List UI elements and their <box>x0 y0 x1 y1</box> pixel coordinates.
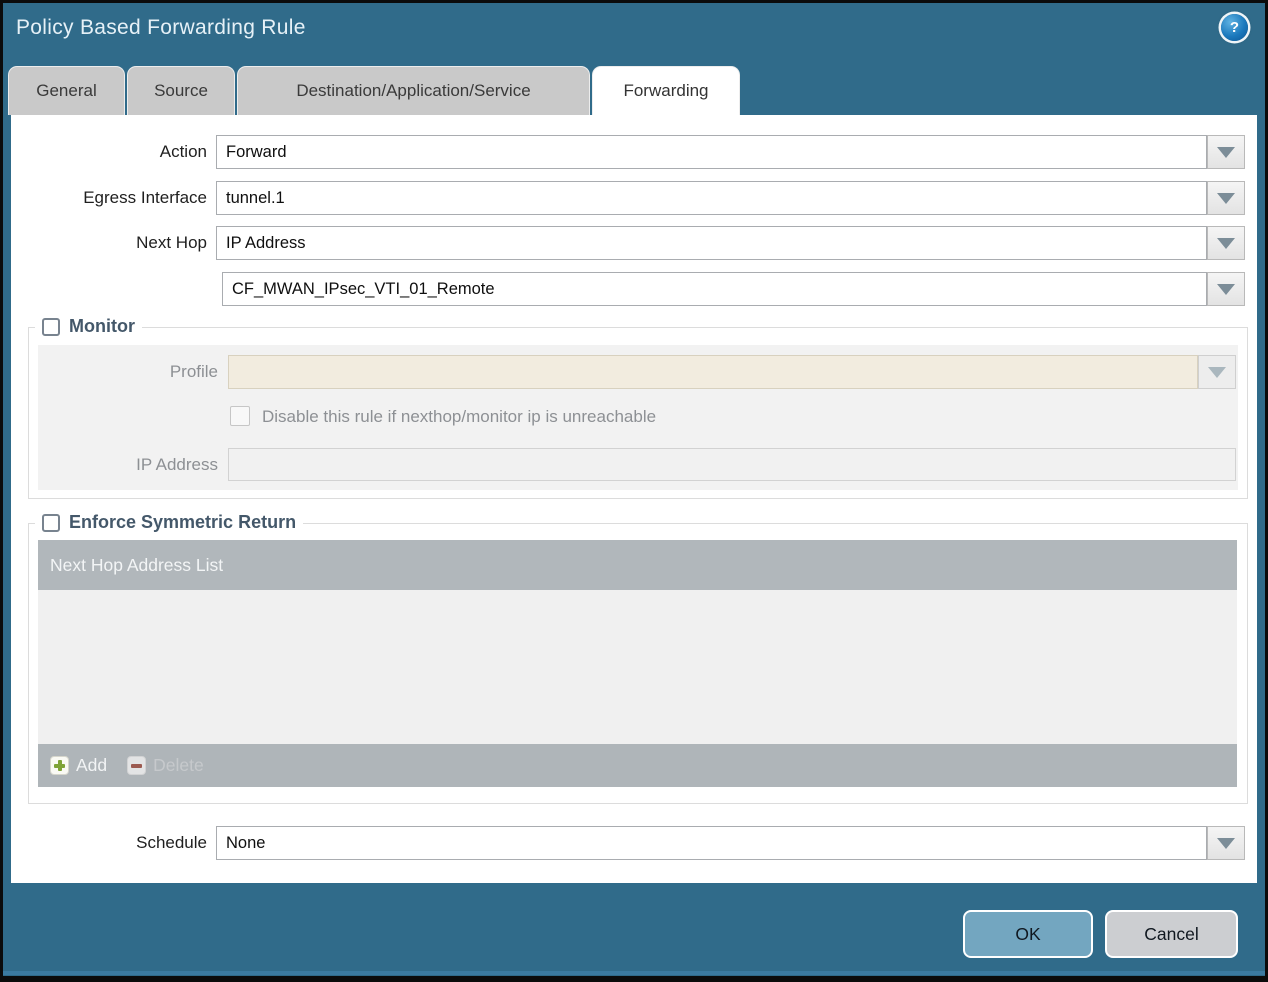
chevron-down-icon <box>1217 283 1235 295</box>
monitor-legend-label: Monitor <box>69 316 135 336</box>
table-body-empty[interactable] <box>38 590 1237 744</box>
action-label: Action <box>159 142 207 161</box>
table-header: Next Hop Address List <box>38 540 1237 590</box>
table-footer-toolbar: Add Delete <box>38 744 1237 787</box>
schedule-label: Schedule <box>136 833 207 852</box>
action-dropdown-button[interactable] <box>1207 135 1245 169</box>
tab-forwarding[interactable]: Forwarding <box>592 66 740 115</box>
add-icon <box>50 756 69 775</box>
chevron-down-icon <box>1208 366 1226 378</box>
symmetric-return-checkbox[interactable] <box>42 513 60 532</box>
egress-interface-label: Egress Interface <box>83 188 207 207</box>
ok-button[interactable]: OK <box>963 910 1093 958</box>
disable-rule-label: Disable this rule if nexthop/monitor ip … <box>262 407 657 426</box>
next-hop-address-dropdown-button[interactable] <box>1207 272 1245 306</box>
help-glyph: ? <box>1229 19 1240 36</box>
delete-button-label: Delete <box>153 755 204 775</box>
symmetric-return-legend: Enforce Symmetric Return <box>35 512 304 533</box>
next-hop-type-select[interactable]: IP Address <box>216 226 1207 260</box>
monitor-section: Monitor Profile Disable this rule if nex… <box>28 316 1248 499</box>
add-button-label: Add <box>76 755 108 775</box>
egress-interface-select[interactable]: tunnel.1 <box>216 181 1207 215</box>
delete-button: Delete <box>127 755 204 776</box>
monitor-checkbox[interactable] <box>42 317 60 336</box>
chevron-down-icon <box>1217 146 1235 158</box>
next-hop-label: Next Hop <box>136 233 207 252</box>
add-button[interactable]: Add <box>50 755 107 776</box>
monitor-disabled-panel: Profile Disable this rule if nexthop/mon… <box>38 345 1238 490</box>
egress-interface-dropdown-button[interactable] <box>1207 181 1245 215</box>
disable-rule-checkbox <box>230 406 250 426</box>
chevron-down-icon <box>1217 237 1235 249</box>
pbf-rule-dialog: Policy Based Forwarding Rule ? General S… <box>0 0 1268 982</box>
profile-dropdown-button <box>1198 355 1236 389</box>
next-hop-address-table: Next Hop Address List Add Delete <box>38 540 1237 787</box>
tab-bar: General Source Destination/Application/S… <box>8 66 740 115</box>
monitor-ip-address-input <box>228 448 1236 481</box>
dialog-actions: OK Cancel <box>963 910 1238 958</box>
symmetric-return-legend-label: Enforce Symmetric Return <box>69 512 297 532</box>
window-bottom-edge <box>3 971 1265 975</box>
profile-select <box>228 355 1198 389</box>
monitor-ip-address-label: IP Address <box>136 455 218 474</box>
cancel-button[interactable]: Cancel <box>1105 910 1238 958</box>
tab-destination-application-service[interactable]: Destination/Application/Service <box>237 66 590 115</box>
symmetric-return-section: Enforce Symmetric Return Next Hop Addres… <box>28 512 1248 804</box>
action-select[interactable]: Forward <box>216 135 1207 169</box>
profile-label: Profile <box>169 362 218 381</box>
delete-icon <box>127 756 147 775</box>
forwarding-tab-panel: Action Forward Egress Interface tunnel.1… <box>11 115 1257 883</box>
chevron-down-icon <box>1217 192 1235 204</box>
schedule-select[interactable]: None <box>216 826 1207 860</box>
next-hop-address-select[interactable]: CF_MWAN_IPsec_VTI_01_Remote <box>222 272 1207 306</box>
chevron-down-icon <box>1217 837 1235 849</box>
monitor-legend: Monitor <box>35 316 142 337</box>
tab-source[interactable]: Source <box>127 66 235 115</box>
schedule-dropdown-button[interactable] <box>1207 826 1245 860</box>
dialog-title: Policy Based Forwarding Rule <box>16 16 306 39</box>
next-hop-type-dropdown-button[interactable] <box>1207 226 1245 260</box>
tab-general[interactable]: General <box>8 66 125 115</box>
help-icon[interactable]: ? <box>1221 14 1248 41</box>
